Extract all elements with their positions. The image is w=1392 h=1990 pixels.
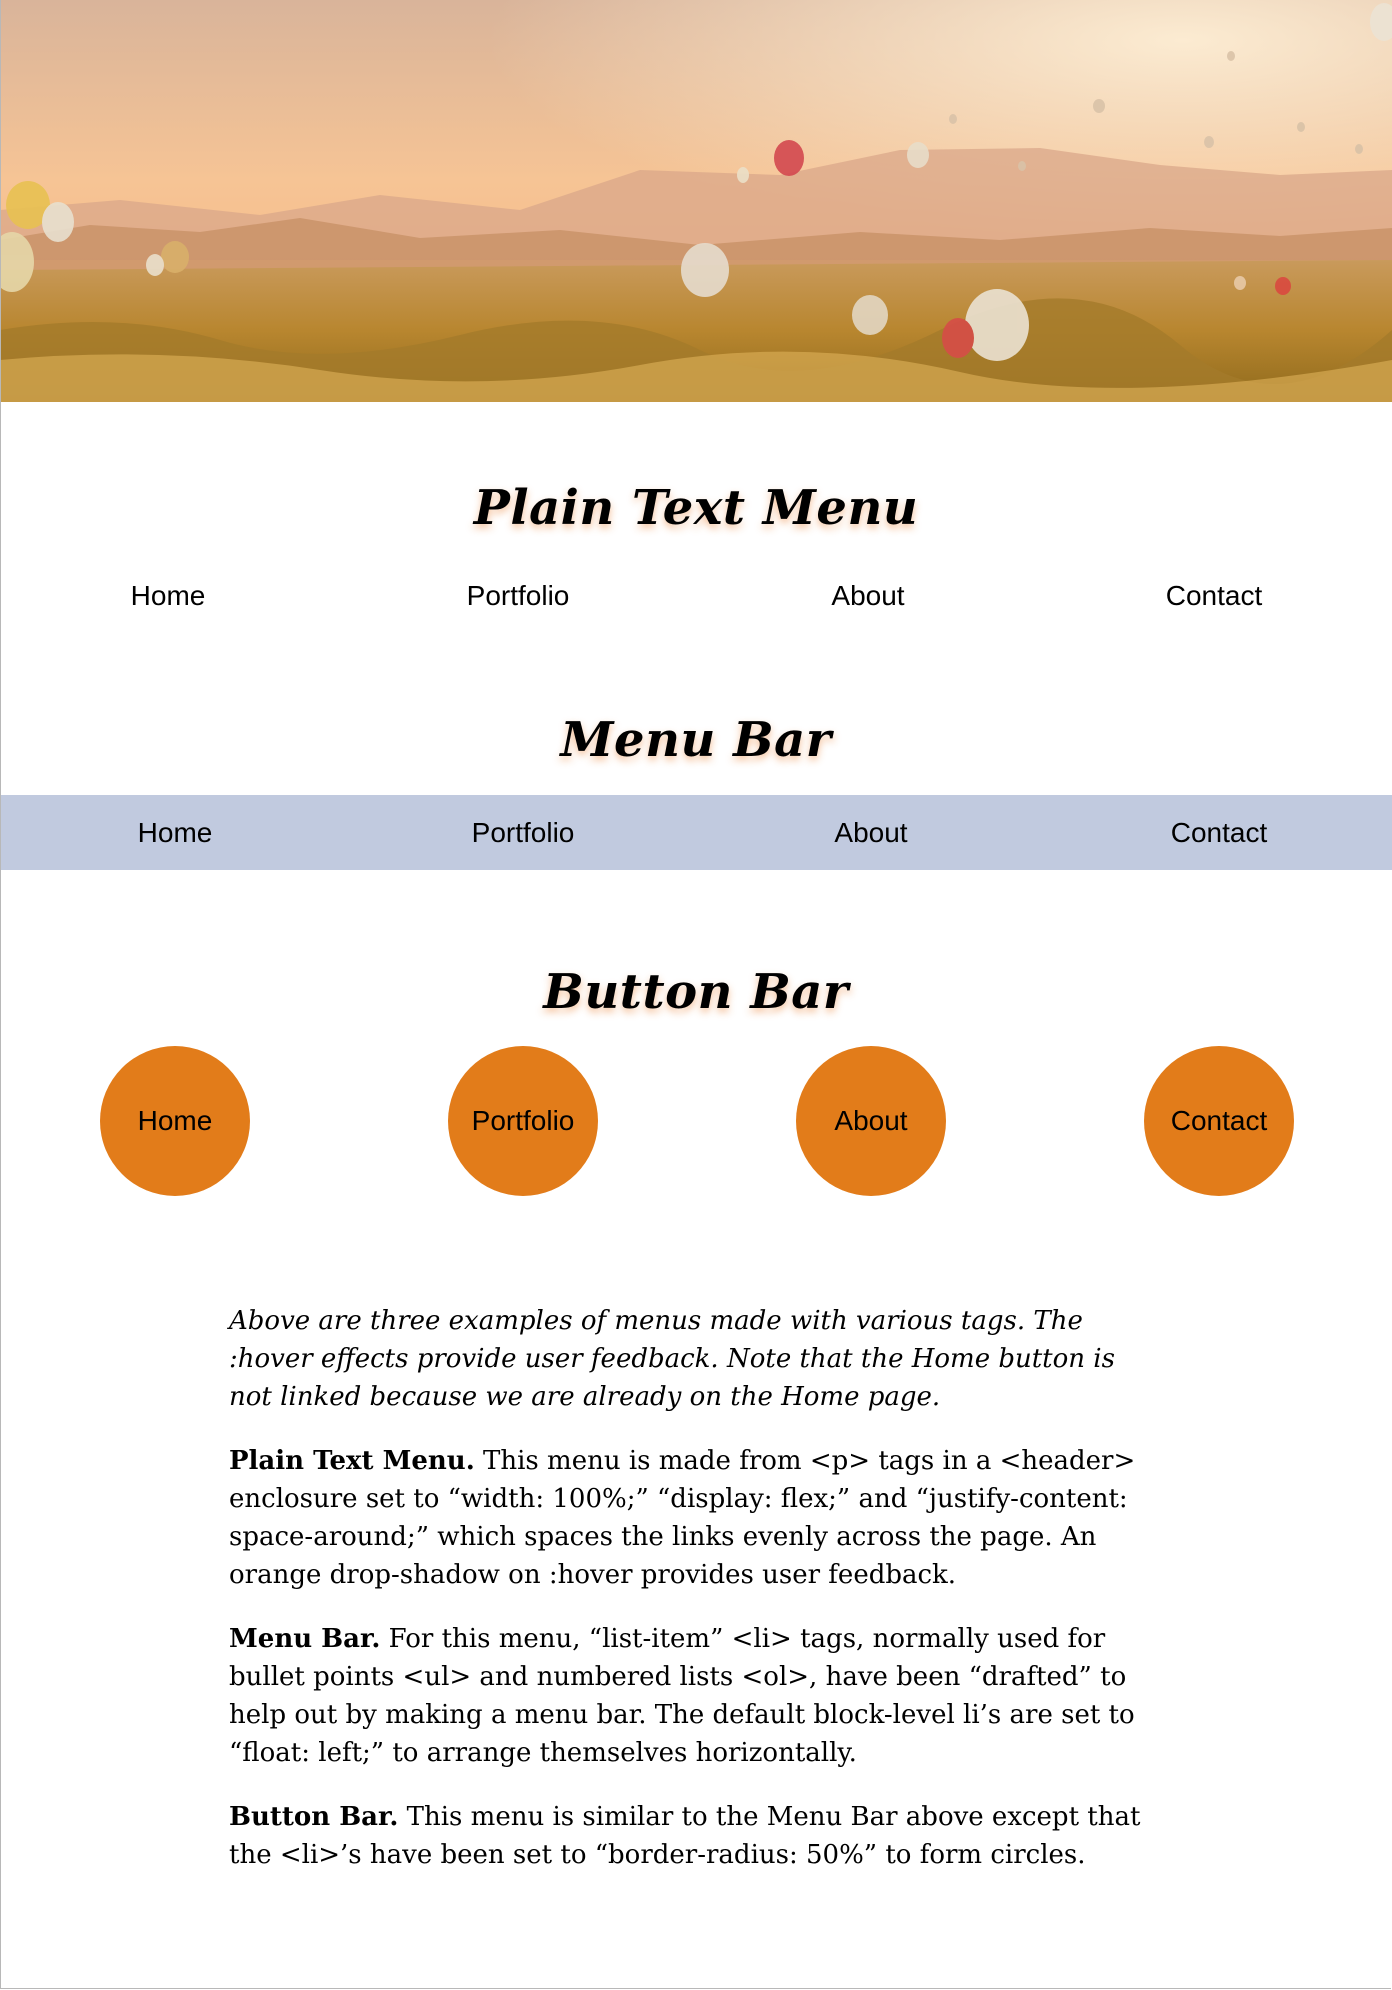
plain-text-menu: Home Portfolio About Contact <box>0 580 1392 624</box>
plain-text-menu-title: Plain Text Menu <box>473 480 919 536</box>
plain-menu-portfolio-link[interactable]: Portfolio <box>467 580 570 612</box>
menu-bar-title: Menu Bar <box>560 712 832 768</box>
menu-bar-item-portfolio[interactable]: Portfolio <box>472 795 575 870</box>
plain-menu-paragraph-heading: Plain Text Menu. <box>229 1446 475 1476</box>
plain-menu-about-link[interactable]: About <box>831 580 904 612</box>
button-bar-title: Button Bar <box>543 964 849 1020</box>
menu-bar-paragraph-heading: Menu Bar. <box>229 1624 381 1654</box>
plain-menu-contact-link[interactable]: Contact <box>1166 580 1263 612</box>
menu-bar-paragraph: Menu Bar. For this menu, “list-item” <li… <box>229 1620 1159 1772</box>
plain-menu-home-link[interactable]: Home <box>131 580 206 612</box>
button-bar: Home Portfolio About Contact <box>0 1046 1392 1196</box>
button-contact[interactable]: Contact <box>1144 1046 1294 1196</box>
menu-bar-item-contact[interactable]: Contact <box>1171 795 1268 870</box>
menu-bar-item-about[interactable]: About <box>834 795 907 870</box>
menu-bar-item-home[interactable]: Home <box>138 795 213 870</box>
button-bar-paragraph-heading: Button Bar. <box>229 1802 399 1832</box>
button-portfolio[interactable]: Portfolio <box>448 1046 598 1196</box>
button-home[interactable]: Home <box>100 1046 250 1196</box>
intro-paragraph: Above are three examples of menus made w… <box>229 1306 1115 1412</box>
hero-banner-image <box>0 0 1392 402</box>
button-bar-paragraph: Button Bar. This menu is similar to the … <box>229 1798 1159 1874</box>
menu-bar: Home Portfolio About Contact <box>0 795 1392 870</box>
description-text: Above are three examples of menus made w… <box>229 1302 1159 1900</box>
button-about[interactable]: About <box>796 1046 946 1196</box>
plain-menu-paragraph: Plain Text Menu. This menu is made from … <box>229 1442 1159 1594</box>
